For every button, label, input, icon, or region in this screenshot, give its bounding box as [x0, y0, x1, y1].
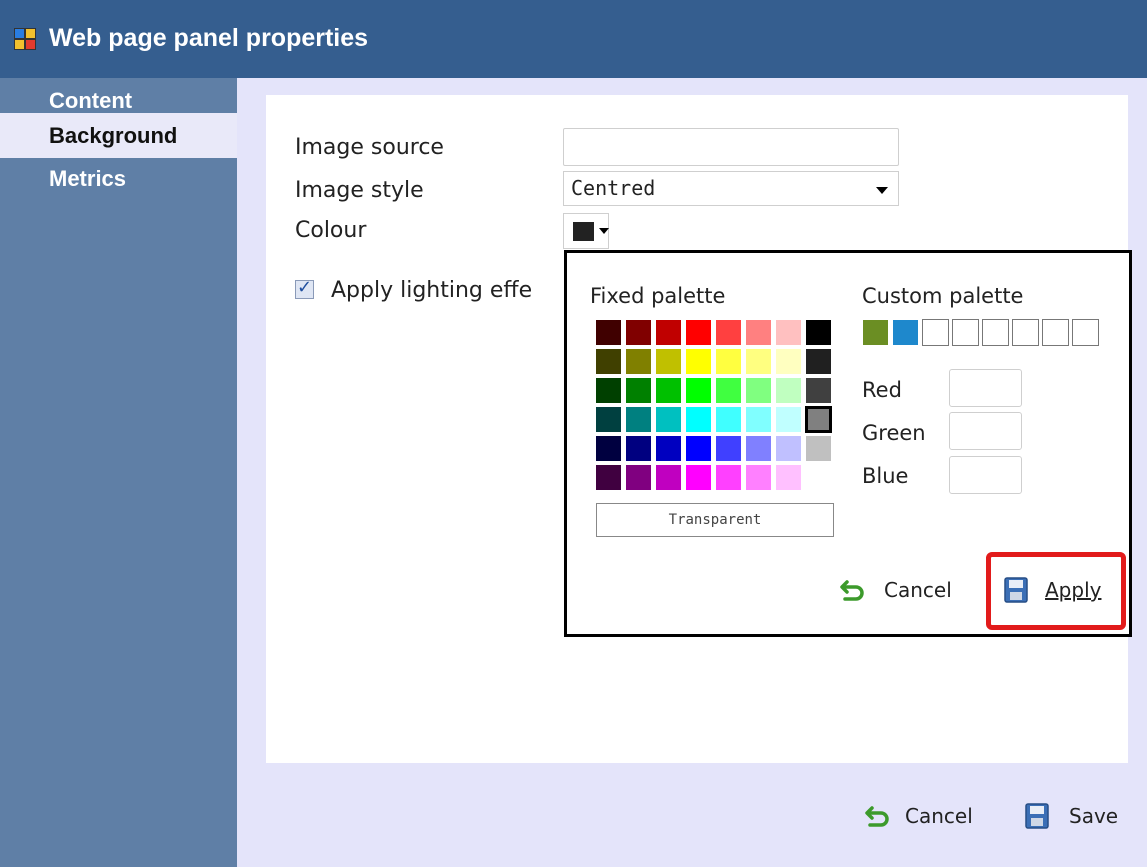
red-label: Red [862, 378, 902, 402]
custom-palette-swatch[interactable] [1012, 319, 1039, 346]
palette-swatch[interactable] [655, 435, 682, 462]
custom-palette-swatch[interactable] [952, 319, 979, 346]
blue-label: Blue [862, 464, 909, 488]
undo-icon [840, 580, 864, 601]
palette-swatch[interactable] [745, 348, 772, 375]
popup-cancel-button[interactable]: Cancel [839, 578, 952, 602]
palette-swatch[interactable] [625, 319, 652, 346]
palette-swatch[interactable] [595, 319, 622, 346]
app-icon [14, 28, 36, 50]
chevron-down-icon [876, 187, 888, 194]
palette-swatch[interactable] [655, 464, 682, 491]
cancel-button[interactable]: Cancel [864, 804, 973, 828]
palette-swatch[interactable] [655, 319, 682, 346]
palette-swatch[interactable] [805, 435, 832, 462]
red-input[interactable] [949, 369, 1022, 407]
chevron-down-icon [599, 228, 609, 234]
green-input[interactable] [949, 412, 1022, 450]
transparent-button[interactable]: Transparent [596, 503, 834, 537]
green-label: Green [862, 421, 926, 445]
palette-swatch[interactable] [595, 377, 622, 404]
fixed-palette-title: Fixed palette [590, 284, 726, 308]
palette-swatch[interactable] [715, 435, 742, 462]
palette-swatch[interactable] [655, 406, 682, 433]
title-bar: Web page panel properties [0, 0, 1147, 78]
blue-input[interactable] [949, 456, 1022, 494]
colour-label: Colour [295, 218, 367, 243]
custom-palette-swatch[interactable] [982, 319, 1009, 346]
palette-swatch[interactable] [625, 377, 652, 404]
palette-swatch[interactable] [655, 377, 682, 404]
save-label: Save [1069, 804, 1119, 828]
palette-swatch[interactable] [805, 406, 832, 433]
palette-swatch[interactable] [775, 435, 802, 462]
window-title: Web page panel properties [49, 24, 369, 52]
palette-swatch[interactable] [625, 348, 652, 375]
lighting-checkbox[interactable]: ✓ [295, 277, 314, 299]
palette-swatch[interactable] [595, 435, 622, 462]
palette-swatch[interactable] [775, 464, 802, 491]
palette-swatch[interactable] [805, 464, 832, 491]
custom-palette-swatch[interactable] [922, 319, 949, 346]
image-style-value: Centred [571, 176, 656, 200]
palette-swatch[interactable] [685, 319, 712, 346]
palette-swatch[interactable] [715, 348, 742, 375]
popup-cancel-label: Cancel [884, 578, 952, 602]
palette-swatch[interactable] [625, 464, 652, 491]
palette-swatch[interactable] [745, 435, 772, 462]
palette-swatch[interactable] [775, 348, 802, 375]
palette-swatch[interactable] [685, 348, 712, 375]
custom-palette-title: Custom palette [862, 284, 1024, 308]
palette-swatch[interactable] [805, 348, 832, 375]
save-button[interactable]: Save [1025, 803, 1118, 829]
palette-swatch[interactable] [745, 319, 772, 346]
colour-picker-button[interactable] [563, 213, 609, 249]
custom-palette-swatch[interactable] [892, 319, 919, 346]
sidebar: Content Background Metrics [0, 78, 237, 867]
palette-swatch[interactable] [715, 377, 742, 404]
palette-swatch[interactable] [805, 319, 832, 346]
sidebar-item-background[interactable]: Background [0, 113, 237, 158]
custom-palette-swatch[interactable] [1072, 319, 1099, 346]
palette-swatch[interactable] [745, 406, 772, 433]
colour-swatch [573, 222, 594, 241]
cancel-label: Cancel [905, 804, 973, 828]
palette-swatch[interactable] [775, 319, 802, 346]
apply-highlight-box [986, 552, 1126, 630]
image-source-label: Image source [295, 135, 444, 160]
palette-swatch[interactable] [595, 348, 622, 375]
palette-swatch[interactable] [775, 406, 802, 433]
palette-swatch[interactable] [655, 348, 682, 375]
lighting-label: Apply lighting effe [331, 278, 533, 303]
image-style-label: Image style [295, 178, 424, 203]
palette-swatch[interactable] [685, 406, 712, 433]
palette-swatch[interactable] [805, 377, 832, 404]
palette-swatch[interactable] [745, 377, 772, 404]
palette-swatch[interactable] [625, 406, 652, 433]
palette-swatch[interactable] [685, 464, 712, 491]
image-style-select[interactable]: Centred [563, 171, 899, 206]
palette-swatch[interactable] [595, 406, 622, 433]
palette-swatch[interactable] [745, 464, 772, 491]
palette-swatch[interactable] [625, 435, 652, 462]
custom-palette-swatch[interactable] [1042, 319, 1069, 346]
palette-swatch[interactable] [595, 464, 622, 491]
custom-palette-swatch[interactable] [862, 319, 889, 346]
undo-icon [865, 806, 889, 827]
check-icon: ✓ [297, 277, 313, 298]
palette-swatch[interactable] [685, 377, 712, 404]
palette-swatch[interactable] [715, 464, 742, 491]
palette-swatch[interactable] [715, 406, 742, 433]
palette-swatch[interactable] [775, 377, 802, 404]
palette-swatch[interactable] [685, 435, 712, 462]
sidebar-item-metrics[interactable]: Metrics [0, 156, 237, 201]
palette-swatch[interactable] [715, 319, 742, 346]
image-source-input[interactable] [563, 128, 899, 166]
save-icon [1025, 803, 1049, 829]
